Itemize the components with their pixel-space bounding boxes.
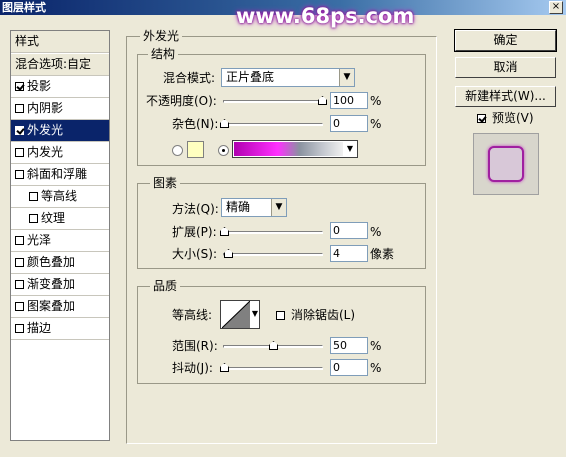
inner-glow-checkbox[interactable] [15,148,24,157]
style-item-bevel-emboss[interactable]: 斜面和浮雕 [11,164,109,186]
jitter-slider[interactable] [220,363,323,372]
style-item-label: 外发光 [27,123,64,137]
opacity-unit: % [370,94,382,108]
watermark: www.68ps.com [236,4,415,28]
noise-slider[interactable] [220,119,323,128]
preview-area [473,133,539,195]
satin-checkbox[interactable] [15,236,24,245]
style-list-header: 样式 [11,31,109,53]
method-select[interactable]: 精确 ▼ [221,198,287,217]
blend-mode-value: 正片叠底 [226,70,275,84]
style-item-label: 渐变叠加 [27,277,76,291]
contour-label: 等高线: [172,308,213,322]
size-input[interactable]: 4 [330,245,368,262]
inner-shadow-checkbox[interactable] [15,104,24,113]
blend-mode-select[interactable]: 正片叠底 ▼ [221,68,355,87]
opacity-slider[interactable] [223,96,327,105]
cancel-button[interactable]: 取消 [455,57,556,78]
style-item-gradient-overlay[interactable]: 渐变叠加 [11,274,109,296]
style-item-label: 纹理 [41,211,66,225]
chevron-down-icon: ▼ [346,144,354,153]
color-overlay-checkbox[interactable] [15,258,24,267]
quality-title: 品质 [150,279,181,293]
style-item-outer-glow[interactable]: 外发光 [11,120,109,142]
method-value: 精确 [226,200,251,214]
jitter-unit: % [370,361,382,375]
style-item-inner-glow[interactable]: 内发光 [11,142,109,164]
style-item-label: 内发光 [27,145,64,159]
jitter-label: 抖动(J): [172,361,213,375]
solid-color-radio[interactable] [172,145,183,156]
opacity-input[interactable]: 100 [330,92,368,109]
range-unit: % [370,339,382,353]
contour-curve-icon [222,301,250,328]
gradient-overlay-checkbox[interactable] [15,280,24,289]
ok-button[interactable]: 确定 [454,29,557,52]
style-item-inner-shadow[interactable]: 内阴影 [11,98,109,120]
structure-title: 结构 [148,47,179,61]
new-style-button[interactable]: 新建样式(W)... [455,86,556,107]
gradient-preview [234,142,343,156]
solid-color-swatch[interactable] [187,141,204,158]
jitter-input[interactable]: 0 [330,359,368,376]
noise-label: 杂色(N): [172,117,219,131]
style-item-label: 等高线 [41,189,78,203]
style-item-color-overlay[interactable]: 颜色叠加 [11,252,109,274]
opacity-label: 不透明度(O): [146,94,217,108]
antialias-label: 消除锯齿(L) [291,308,356,322]
chevron-down-icon: ▼ [339,69,354,86]
blend-options-item[interactable]: 混合选项:自定 [11,54,109,76]
style-item-texture[interactable]: 纹理 [11,208,109,230]
style-item-label: 斜面和浮雕 [27,167,88,181]
close-button[interactable]: × [549,1,563,14]
style-item-satin[interactable]: 光泽 [11,230,109,252]
size-unit: 像素 [370,247,395,261]
contour-picker[interactable]: ▼ [220,300,260,329]
style-item-label: 光泽 [27,233,52,247]
elements-title: 图素 [150,176,181,190]
pattern-overlay-checkbox[interactable] [15,302,24,311]
style-item-contour[interactable]: 等高线 [11,186,109,208]
spread-slider[interactable] [220,227,323,236]
noise-unit: % [370,117,382,131]
style-item-label: 投影 [27,79,52,93]
antialias-checkbox[interactable] [276,311,285,320]
size-slider[interactable] [223,249,323,258]
outer-glow-title: 外发光 [140,29,183,43]
drop-shadow-checkbox[interactable] [15,82,24,91]
noise-input[interactable]: 0 [330,115,368,132]
contour-checkbox[interactable] [29,192,38,201]
method-label: 方法(Q): [172,202,219,216]
spread-input[interactable]: 0 [330,222,368,239]
gradient-radio[interactable] [218,145,229,156]
chevron-down-icon: ▼ [251,309,258,318]
range-slider[interactable] [223,341,323,350]
style-item-label: 内阴影 [27,101,64,115]
blend-mode-label: 混合模式: [163,71,216,85]
range-label: 范围(R): [172,339,218,353]
style-list: 样式 混合选项:自定 投影 内阴影 外发光 内发光 斜面和浮雕 等高线 纹理 光… [10,30,110,441]
stroke-checkbox[interactable] [15,324,24,333]
preview-checkbox[interactable] [477,114,486,123]
size-label: 大小(S): [172,247,218,261]
gradient-picker[interactable]: ▼ [232,140,358,158]
style-item-label: 描边 [27,321,52,335]
texture-checkbox[interactable] [29,214,38,223]
spread-label: 扩展(P): [172,225,217,239]
outer-glow-checkbox[interactable] [15,126,24,135]
style-item-label: 图案叠加 [27,299,76,313]
window-title: 图层样式 [2,1,46,14]
style-item-label: 颜色叠加 [27,255,76,269]
preview-swatch [488,146,524,182]
chevron-down-icon: ▼ [271,199,286,216]
bevel-emboss-checkbox[interactable] [15,170,24,179]
style-item-drop-shadow[interactable]: 投影 [11,76,109,98]
style-item-stroke[interactable]: 描边 [11,318,109,340]
spread-unit: % [370,225,382,239]
style-item-pattern-overlay[interactable]: 图案叠加 [11,296,109,318]
preview-label: 预览(V) [492,111,534,125]
range-input[interactable]: 50 [330,337,368,354]
